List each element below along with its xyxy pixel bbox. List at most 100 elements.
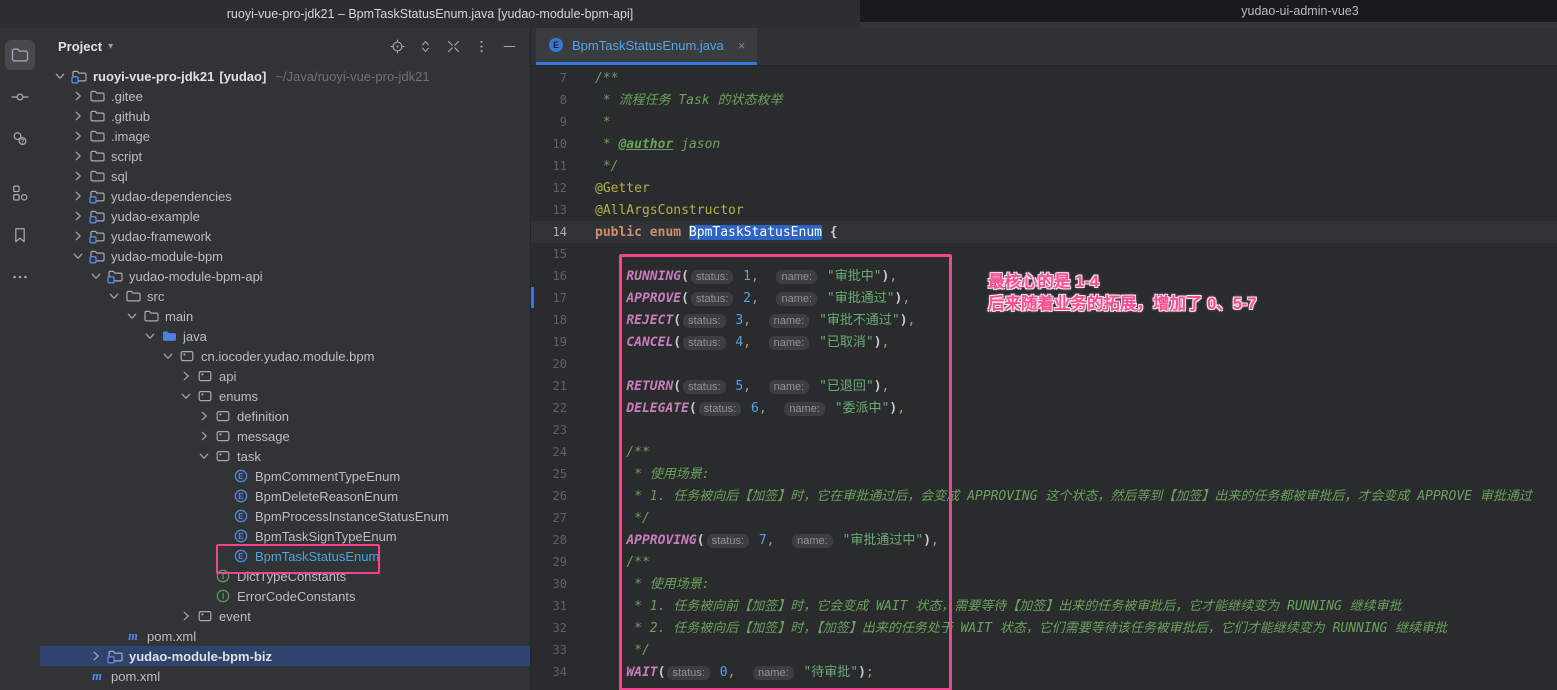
line-number[interactable]: 14 xyxy=(531,221,567,243)
activity-bar-item-project[interactable] xyxy=(5,40,35,70)
tree-item-bpmprocessinstancestatusenum[interactable]: EBpmProcessInstanceStatusEnum xyxy=(40,506,530,526)
tree-item-enums[interactable]: enums xyxy=(40,386,530,406)
activity-bar-item-bookmarks[interactable] xyxy=(5,220,35,250)
tree-item-yudao-module-bpm-biz[interactable]: yudao-module-bpm-biz xyxy=(40,646,530,666)
chevron-down-icon[interactable] xyxy=(104,288,124,304)
line-number[interactable]: 12 xyxy=(531,177,567,199)
chevron-right-icon[interactable] xyxy=(176,368,196,384)
tree-item-bpmtaskstatusenum[interactable]: EBpmTaskStatusEnum xyxy=(40,546,530,566)
line-number[interactable]: 22 xyxy=(531,397,567,419)
chevron-down-icon[interactable] xyxy=(50,68,70,84)
line-number[interactable]: 25 xyxy=(531,463,567,485)
locate-file-button[interactable] xyxy=(389,38,406,55)
line-number[interactable]: 21 xyxy=(531,375,567,397)
line-number[interactable]: 26 xyxy=(531,485,567,507)
activity-bar-item-commit[interactable] xyxy=(5,82,35,112)
chevron-right-icon[interactable] xyxy=(68,168,88,184)
line-number[interactable]: 24 xyxy=(531,441,567,463)
tree-item-script[interactable]: script xyxy=(40,146,530,166)
expand-all-button[interactable] xyxy=(417,38,434,55)
chevron-down-icon[interactable] xyxy=(86,268,106,284)
chevron-right-icon[interactable] xyxy=(176,608,196,624)
line-number[interactable]: 7 xyxy=(531,67,567,89)
chevron-right-icon[interactable] xyxy=(194,408,214,424)
line-number[interactable]: 31 xyxy=(531,595,567,617)
line-number[interactable]: 27 xyxy=(531,507,567,529)
line-number[interactable]: 18 xyxy=(531,309,567,331)
line-number[interactable]: 15 xyxy=(531,243,567,265)
line-number[interactable]: 17 xyxy=(531,287,567,309)
maven-icon: m xyxy=(124,628,141,644)
chevron-down-icon[interactable] xyxy=(68,248,88,264)
tree-item-yudao-dependencies[interactable]: yudao-dependencies xyxy=(40,186,530,206)
line-number[interactable]: 8 xyxy=(531,89,567,111)
chevron-right-icon[interactable] xyxy=(68,108,88,124)
chevron-down-icon[interactable] xyxy=(194,448,214,464)
line-number[interactable]: 16 xyxy=(531,265,567,287)
activity-bar-item-structure[interactable] xyxy=(5,178,35,208)
tree-item-dicttypeconstants[interactable]: IDictTypeConstants xyxy=(40,566,530,586)
chevron-right-icon[interactable] xyxy=(68,188,88,204)
tree-item-ruoyi-vue-pro-jdk21[interactable]: ruoyi-vue-pro-jdk21[yudao]~/Java/ruoyi-v… xyxy=(40,66,530,86)
line-number[interactable]: 9 xyxy=(531,111,567,133)
chevron-down-icon[interactable] xyxy=(140,328,160,344)
line-number[interactable]: 19 xyxy=(531,331,567,353)
tree-item-message[interactable]: message xyxy=(40,426,530,446)
close-icon[interactable]: × xyxy=(738,39,746,52)
tree-item-src[interactable]: src xyxy=(40,286,530,306)
tree-item-.gitee[interactable]: .gitee xyxy=(40,86,530,106)
chevron-right-icon[interactable] xyxy=(68,148,88,164)
chevron-right-icon[interactable] xyxy=(68,228,88,244)
line-number[interactable]: 23 xyxy=(531,419,567,441)
chevron-down-icon[interactable] xyxy=(176,388,196,404)
tree-item-errorcodeconstants[interactable]: IErrorCodeConstants xyxy=(40,586,530,606)
tree-item-pom.xml[interactable]: mpom.xml xyxy=(40,666,530,686)
tree-item-bpmtasksigntypeenum[interactable]: EBpmTaskSignTypeEnum xyxy=(40,526,530,546)
line-number[interactable]: 34 xyxy=(531,661,567,683)
hide-panel-button[interactable] xyxy=(501,38,518,55)
code-editor[interactable]: 7/**8 * 流程任务 Task 的状态枚举9 *10 * @author j… xyxy=(531,65,1557,690)
tree-item-event[interactable]: event xyxy=(40,606,530,626)
line-number[interactable]: 20 xyxy=(531,353,567,375)
tree-item-task[interactable]: task xyxy=(40,446,530,466)
tree-item-yudao-example[interactable]: yudao-example xyxy=(40,206,530,226)
tree-item-yudao-framework[interactable]: yudao-framework xyxy=(40,226,530,246)
line-number[interactable]: 13 xyxy=(531,199,567,221)
line-number[interactable]: 11 xyxy=(531,155,567,177)
activity-bar-item-more-tools[interactable] xyxy=(5,262,35,292)
tree-item-yudao-module-bpm[interactable]: yudao-module-bpm xyxy=(40,246,530,266)
line-number[interactable]: 32 xyxy=(531,617,567,639)
project-panel-title[interactable]: Project xyxy=(58,39,102,54)
tree-item-cn.iocoder.yudao.module.bpm[interactable]: cn.iocoder.yudao.module.bpm xyxy=(40,346,530,366)
line-number[interactable]: 33 xyxy=(531,639,567,661)
activity-bar-item-pull-requests[interactable]: ? xyxy=(5,124,35,154)
more-options-button[interactable] xyxy=(473,38,490,55)
tree-item-sql[interactable]: sql xyxy=(40,166,530,186)
chevron-down-icon[interactable] xyxy=(122,308,142,324)
line-number[interactable]: 28 xyxy=(531,529,567,551)
tree-item-bpmcommenttypeenum[interactable]: EBpmCommentTypeEnum xyxy=(40,466,530,486)
chevron-right-icon[interactable] xyxy=(86,648,106,664)
tree-item-bpmdeletereasonenum[interactable]: EBpmDeleteReasonEnum xyxy=(40,486,530,506)
chevron-down-icon[interactable] xyxy=(158,348,178,364)
tree-item-pom.xml[interactable]: mpom.xml xyxy=(40,626,530,646)
tree-item-label: yudao-example xyxy=(111,209,200,224)
line-number[interactable]: 30 xyxy=(531,573,567,595)
chevron-right-icon[interactable] xyxy=(194,428,214,444)
chevron-right-icon[interactable] xyxy=(68,128,88,144)
tree-item-api[interactable]: api xyxy=(40,366,530,386)
folder-icon xyxy=(88,148,105,164)
chevron-right-icon[interactable] xyxy=(68,208,88,224)
line-number[interactable]: 29 xyxy=(531,551,567,573)
tree-item-.github[interactable]: .github xyxy=(40,106,530,126)
tree-item-yudao-module-bpm-api[interactable]: yudao-module-bpm-api xyxy=(40,266,530,286)
tree-item-definition[interactable]: definition xyxy=(40,406,530,426)
parameter-hint: name: xyxy=(753,666,794,680)
editor-tab-active[interactable]: E BpmTaskStatusEnum.java × xyxy=(536,28,757,65)
tree-item-java[interactable]: java xyxy=(40,326,530,346)
tree-item-.image[interactable]: .image xyxy=(40,126,530,146)
collapse-all-button[interactable] xyxy=(445,38,462,55)
tree-item-main[interactable]: main xyxy=(40,306,530,326)
chevron-right-icon[interactable] xyxy=(68,88,88,104)
line-number[interactable]: 10 xyxy=(531,133,567,155)
